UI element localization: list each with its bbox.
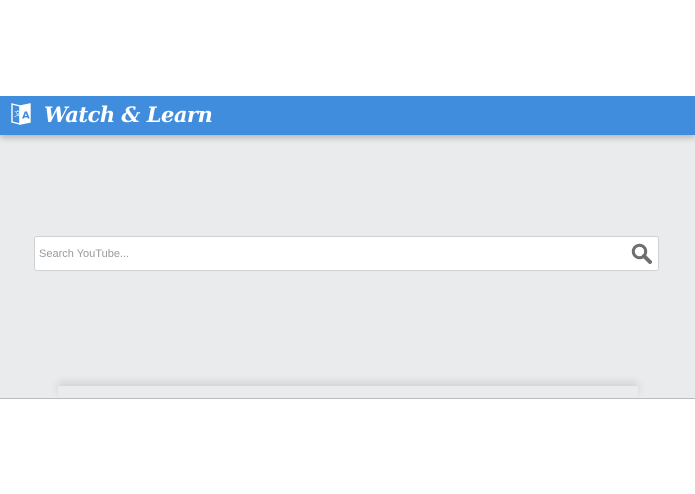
screen: 文 A Watch & Learn [0, 0, 695, 494]
app-title[interactable]: Watch & Learn [44, 100, 213, 130]
search-bar [34, 236, 659, 271]
svg-text:文: 文 [14, 109, 21, 118]
translate-icon[interactable]: 文 A [9, 101, 33, 127]
search-icon[interactable] [630, 242, 654, 266]
results-panel-edge [58, 386, 638, 398]
navbar: 文 A Watch & Learn [0, 96, 695, 135]
search-input[interactable] [35, 237, 625, 270]
app-window: 文 A Watch & Learn [0, 96, 695, 399]
svg-text:A: A [22, 111, 30, 122]
